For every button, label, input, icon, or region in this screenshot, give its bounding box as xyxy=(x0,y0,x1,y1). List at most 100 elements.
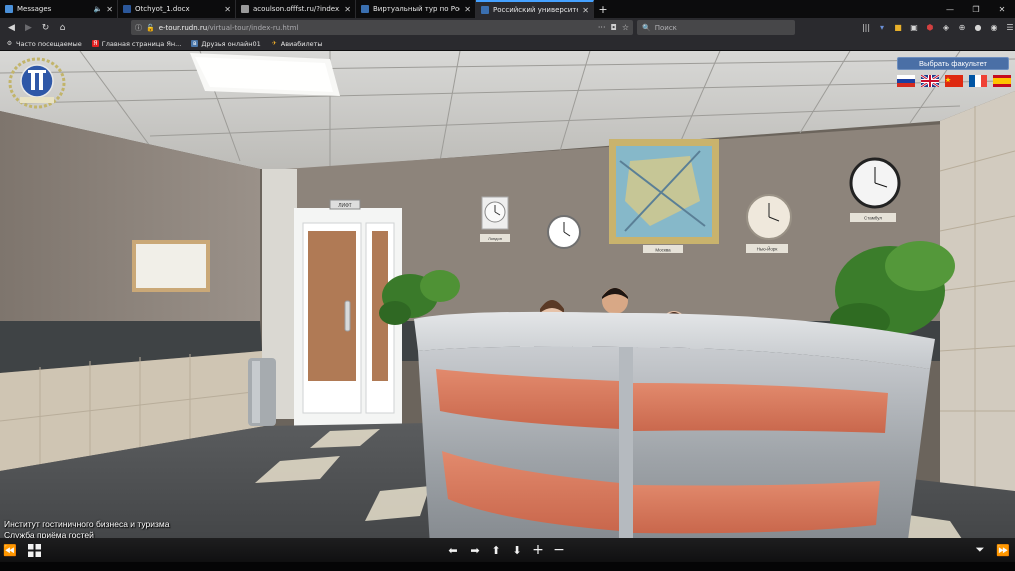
menu-icon[interactable]: ☰ xyxy=(1002,20,1015,36)
previous-scene-icon[interactable]: ⏪ xyxy=(2,542,18,558)
insecure-lock-icon[interactable]: 🔓 xyxy=(146,24,155,32)
tab-label: Otchyot_1.docx xyxy=(135,5,190,13)
bookmark-vk[interactable]: в Друзья онлайн01 xyxy=(191,39,261,48)
trash-can xyxy=(248,358,276,426)
account-icon[interactable]: ● xyxy=(970,20,986,36)
pan-right-arrow-icon[interactable]: ➡ xyxy=(467,542,483,558)
caption-institute: Институт гостиничного бизнеса и туризма xyxy=(4,519,170,529)
select-faculty-button[interactable]: Выбрать факультет xyxy=(897,57,1009,70)
url-text[interactable]: e-tour.rudn.ru/virtual-tour/index-ru.htm… xyxy=(159,24,593,32)
bookmark-label: Авиабилеты xyxy=(280,39,323,48)
restore-icon[interactable]: ❐ xyxy=(963,0,989,18)
extension-icon[interactable]: ■ xyxy=(890,20,906,36)
reload-icon[interactable]: ↻ xyxy=(37,19,54,36)
library-icon[interactable]: ||| xyxy=(858,20,874,36)
forward-arrow-icon[interactable]: ▶ xyxy=(20,19,37,36)
minimize-icon[interactable]: — xyxy=(937,0,963,18)
tab-rudn-active[interactable]: Российский университет дру... ✕ xyxy=(476,0,594,18)
info-icon[interactable]: ⓘ xyxy=(135,23,142,33)
language-flags xyxy=(897,75,1011,89)
city-sign-newyork: Нью-Йорк xyxy=(757,245,778,252)
new-tab-button[interactable]: + xyxy=(594,0,612,18)
search-icon: 🔍 xyxy=(642,23,651,32)
search-bar[interactable]: 🔍 xyxy=(637,20,795,35)
bookmark-most-visited[interactable]: ⚙ Часто посещаемые xyxy=(6,40,82,48)
url-bar[interactable]: ⓘ 🔓 e-tour.rudn.ru/virtual-tour/index-ru… xyxy=(131,20,633,35)
sidebar-icon[interactable]: ▣ xyxy=(906,20,922,36)
shield-icon[interactable]: ◈ xyxy=(938,20,954,36)
close-icon[interactable]: ✕ xyxy=(582,6,589,15)
scene-caption: Институт гостиничного бизнеса и туризма … xyxy=(4,519,169,540)
tab-acoulson[interactable]: acoulson.offfst.ru/?index.html ✕ xyxy=(236,0,356,18)
tab-label: Messages xyxy=(17,5,52,13)
extension-icon[interactable]: ▾ xyxy=(874,20,890,36)
flag-fr-icon[interactable] xyxy=(969,75,987,87)
navigation-bar: ◀ ▶ ↻ ⌂ ⓘ 🔓 e-tour.rudn.ru/virtual-tour/… xyxy=(0,18,1015,37)
tab-messages[interactable]: Messages 🔈 ✕ xyxy=(0,0,118,18)
docx-favicon-icon xyxy=(123,5,131,13)
bookmark-label: Часто посещаемые xyxy=(16,39,82,48)
window-controls: — ❐ ✕ xyxy=(937,0,1015,18)
plane-icon: ✈ xyxy=(271,40,277,47)
tab-virtual-tour[interactable]: Виртуальный тур по Российск... ✕ xyxy=(356,0,476,18)
world-map-painting: Москва xyxy=(609,139,719,253)
tab-label: Виртуальный тур по Российск... xyxy=(373,5,460,13)
tab-otchyot[interactable]: Otchyot_1.docx ✕ xyxy=(118,0,236,18)
rudn-favicon-icon xyxy=(481,6,489,14)
panorama-scene[interactable]: ЛИФТ Москва Лондон Нью-Йорк Стамбул xyxy=(0,51,1015,571)
pocket-icon[interactable]: ◘ xyxy=(611,23,617,32)
translate-icon[interactable]: ⊕ xyxy=(954,20,970,36)
yandex-icon: Я xyxy=(91,40,99,47)
flag-ru-icon[interactable] xyxy=(897,75,915,87)
adblock-icon[interactable]: ⬢ xyxy=(922,20,938,36)
close-window-icon[interactable]: ✕ xyxy=(989,0,1015,18)
bookmarks-bar: ⚙ Часто посещаемые Я Главная страница Ян… xyxy=(0,37,1015,51)
page-favicon-icon xyxy=(241,5,249,13)
virtual-tour-viewport[interactable]: ЛИФТ Москва Лондон Нью-Йорк Стамбул Выбр… xyxy=(0,51,1015,571)
flag-zh-icon[interactable] xyxy=(945,75,963,87)
messages-favicon-icon xyxy=(5,5,13,13)
search-input[interactable] xyxy=(654,23,785,32)
next-scene-icon[interactable]: ⏩ xyxy=(995,542,1011,558)
tab-label: acoulson.offfst.ru/?index.html xyxy=(253,5,341,13)
flag-es-icon[interactable] xyxy=(993,75,1011,87)
vk-icon: в xyxy=(191,40,199,47)
tab-label: Российский университет дру... xyxy=(493,6,578,14)
close-icon[interactable]: ✕ xyxy=(464,5,471,14)
left-wall xyxy=(0,111,265,471)
gear-icon: ⚙ xyxy=(6,40,13,47)
elevator-sign: ЛИФТ xyxy=(338,203,351,209)
toolbar-icons: ||| ▾ ■ ▣ ⬢ ◈ ⊕ ● ◉ ☰ xyxy=(858,18,1015,37)
city-sign-moscow: Москва xyxy=(655,248,671,253)
thumbnails-grid-icon[interactable] xyxy=(26,542,42,558)
rudn-logo-icon[interactable] xyxy=(6,56,68,110)
bottom-strip xyxy=(0,562,1015,571)
zoom-out-icon[interactable]: − xyxy=(551,542,567,558)
pan-left-arrow-icon[interactable]: ⬅ xyxy=(445,542,461,558)
bookmark-label: Главная страница Ян... xyxy=(101,39,182,48)
bookmark-aviabilety[interactable]: ✈ Авиабилеты xyxy=(271,40,323,48)
city-sign-istanbul: Стамбул xyxy=(864,216,882,221)
close-icon[interactable]: ✕ xyxy=(224,5,231,14)
reception-desk xyxy=(414,311,935,571)
flag-en-icon[interactable] xyxy=(921,75,939,87)
bookmark-label: Друзья онлайн01 xyxy=(201,39,261,48)
bookmark-yandex[interactable]: Я Главная страница Ян... xyxy=(91,39,182,48)
tour-control-bar: ⏪ ⬅ ➡ ⬆ ⬇ + − ⏷ ⏩ xyxy=(0,538,1015,562)
pan-up-arrow-icon[interactable]: ⬆ xyxy=(488,542,504,558)
home-icon[interactable]: ⌂ xyxy=(54,19,71,36)
back-arrow-icon[interactable]: ◀ xyxy=(3,19,20,36)
bookmark-star-icon[interactable]: ☆ xyxy=(622,23,629,32)
browser-window: Messages 🔈 ✕ Otchyot_1.docx ✕ acoulson.o… xyxy=(0,0,1015,571)
city-sign-london: Лондон xyxy=(488,236,502,241)
close-icon[interactable]: ✕ xyxy=(344,5,351,14)
hide-controls-icon[interactable]: ⏷ xyxy=(972,542,988,558)
close-icon[interactable]: ✕ xyxy=(106,5,113,14)
speaker-icon[interactable]: 🔈 xyxy=(94,5,103,13)
tab-strip: Messages 🔈 ✕ Otchyot_1.docx ✕ acoulson.o… xyxy=(0,0,1015,18)
right-wall xyxy=(939,91,1015,511)
more-actions-icon[interactable]: ··· xyxy=(598,23,606,32)
chat-icon[interactable]: ◉ xyxy=(986,20,1002,36)
pan-down-arrow-icon[interactable]: ⬇ xyxy=(509,542,525,558)
zoom-in-icon[interactable]: + xyxy=(530,542,546,558)
